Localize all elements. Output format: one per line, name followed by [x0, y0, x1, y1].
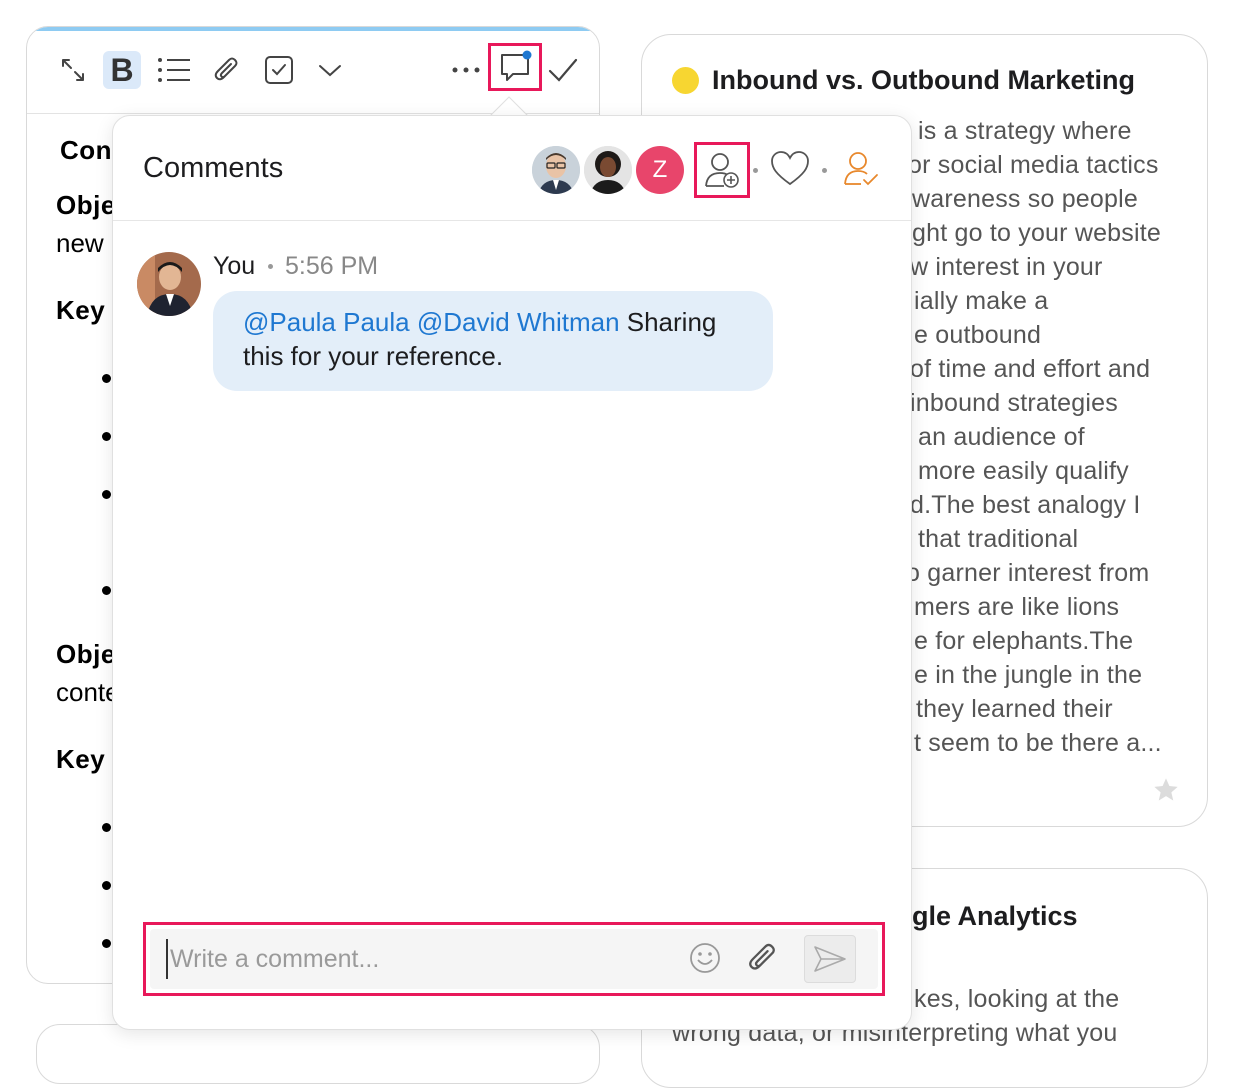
- assign-button[interactable]: [842, 150, 880, 195]
- bold-button[interactable]: B: [103, 51, 141, 89]
- comments-title: Comments: [143, 152, 284, 184]
- header-dot: [753, 168, 758, 173]
- comment-bubble: @Paula Paula @David Whitman Sharing this…: [213, 291, 773, 391]
- checkmark-icon: [548, 58, 578, 82]
- paperclip-icon: [749, 943, 775, 970]
- note-card-line: t seem to be there a...: [914, 729, 1162, 757]
- note-card-line: wareness so people: [912, 185, 1138, 213]
- comment-input[interactable]: [166, 939, 652, 979]
- emoji-icon: [690, 943, 720, 973]
- note-card-line: mers are like lions: [914, 593, 1120, 621]
- participant-avatar-z[interactable]: Z: [636, 146, 684, 194]
- add-participant-button[interactable]: [694, 142, 750, 198]
- comment-input-area: [150, 929, 878, 989]
- comment-composer: [143, 922, 885, 996]
- checkbox-icon: [265, 56, 293, 84]
- header-divider: [113, 220, 911, 221]
- note-card-line: more easily qualify: [918, 457, 1129, 485]
- attach-file-button[interactable]: [746, 941, 780, 980]
- more-formats-dropdown[interactable]: [315, 51, 345, 89]
- note-card-line: ght go to your website: [912, 219, 1161, 247]
- avatar-woman: [584, 146, 632, 194]
- more-options-button[interactable]: [449, 51, 483, 89]
- list-bullet: [102, 823, 111, 832]
- list-bullet: [102, 939, 111, 948]
- comment-timestamp: 5:56 PM: [285, 252, 379, 280]
- doc-subheading: Obje: [56, 190, 116, 220]
- editor-top-accent: [27, 27, 599, 31]
- list-button[interactable]: [155, 51, 193, 89]
- note-card-partial[interactable]: [36, 1024, 600, 1084]
- note-card-line: kes, looking at the: [914, 985, 1120, 1013]
- note-card-line: they learned their: [916, 695, 1113, 723]
- note-card-line: of time and effort and: [910, 355, 1151, 383]
- comments-popover: Comments Z You 5:56 PM @Paula Paula @Dav…: [112, 115, 912, 1030]
- send-icon: [814, 946, 846, 972]
- list-bullet: [102, 586, 111, 595]
- note-card-line: an audience of: [918, 423, 1085, 451]
- doc-heading: Con: [60, 135, 113, 165]
- note-card-title: gle Analytics: [912, 901, 1078, 931]
- attach-button[interactable]: [209, 51, 245, 89]
- doc-subheading: Key: [56, 295, 106, 325]
- heart-icon: [771, 151, 809, 186]
- doc-paragraph: conte: [56, 677, 120, 707]
- note-card-line: e in the jungle in the: [914, 661, 1143, 689]
- note-card-line: e outbound: [914, 321, 1042, 349]
- list-bullet: [102, 374, 111, 383]
- note-card-line: that traditional: [918, 525, 1079, 553]
- note-card-line: e for elephants.The: [914, 627, 1134, 655]
- note-card-line: o garner interest from: [906, 559, 1150, 587]
- mention-link[interactable]: @David Whitman: [417, 307, 620, 337]
- header-dot: [822, 168, 827, 173]
- participant-avatar[interactable]: [584, 146, 632, 194]
- bulleted-list-icon: [158, 58, 190, 82]
- ellipsis-icon: [452, 67, 480, 73]
- doc-paragraph: new: [56, 228, 104, 258]
- participant-avatar[interactable]: [532, 146, 580, 194]
- send-button[interactable]: [804, 935, 856, 983]
- note-card-line: inbound strategies: [910, 389, 1118, 417]
- expand-arrows-icon: [62, 59, 84, 81]
- comment-author: You: [213, 252, 256, 280]
- chevron-down-icon: [319, 65, 341, 77]
- color-dot: [672, 67, 699, 94]
- mention-link[interactable]: @Paula Paula: [243, 307, 410, 337]
- note-card-line: w interest in your: [910, 253, 1103, 281]
- paperclip-icon: [214, 57, 238, 81]
- done-button[interactable]: [545, 51, 581, 89]
- doc-subheading: Obje: [56, 639, 116, 669]
- comment-bubble-icon: [501, 50, 532, 81]
- note-card-line: ially make a: [914, 287, 1049, 315]
- comments-toggle-button[interactable]: [488, 43, 542, 91]
- author-avatar[interactable]: [137, 252, 201, 316]
- expand-button[interactable]: [55, 51, 91, 89]
- like-button[interactable]: [770, 150, 810, 193]
- note-card-line: or social media tactics: [908, 151, 1159, 179]
- emoji-button[interactable]: [688, 941, 722, 980]
- checkbox-button[interactable]: [261, 51, 297, 89]
- list-bullet: [102, 432, 111, 441]
- add-person-icon: [705, 153, 739, 188]
- comment-text: @Paula Paula @David Whitman Sharing this…: [243, 305, 763, 373]
- note-card-title: Inbound vs. Outbound Marketing: [712, 65, 1135, 95]
- list-bullet: [102, 881, 111, 890]
- note-card-line: d.The best analogy I: [910, 491, 1141, 519]
- star-icon[interactable]: [1152, 776, 1180, 804]
- doc-subheading: Key: [56, 744, 106, 774]
- avatar-you: [137, 252, 201, 316]
- assign-person-icon: [844, 152, 878, 186]
- note-card-line: is a strategy where: [918, 117, 1132, 145]
- meta-dot: [268, 264, 273, 269]
- list-bullet: [102, 490, 111, 499]
- avatar-man-glasses: [532, 146, 580, 194]
